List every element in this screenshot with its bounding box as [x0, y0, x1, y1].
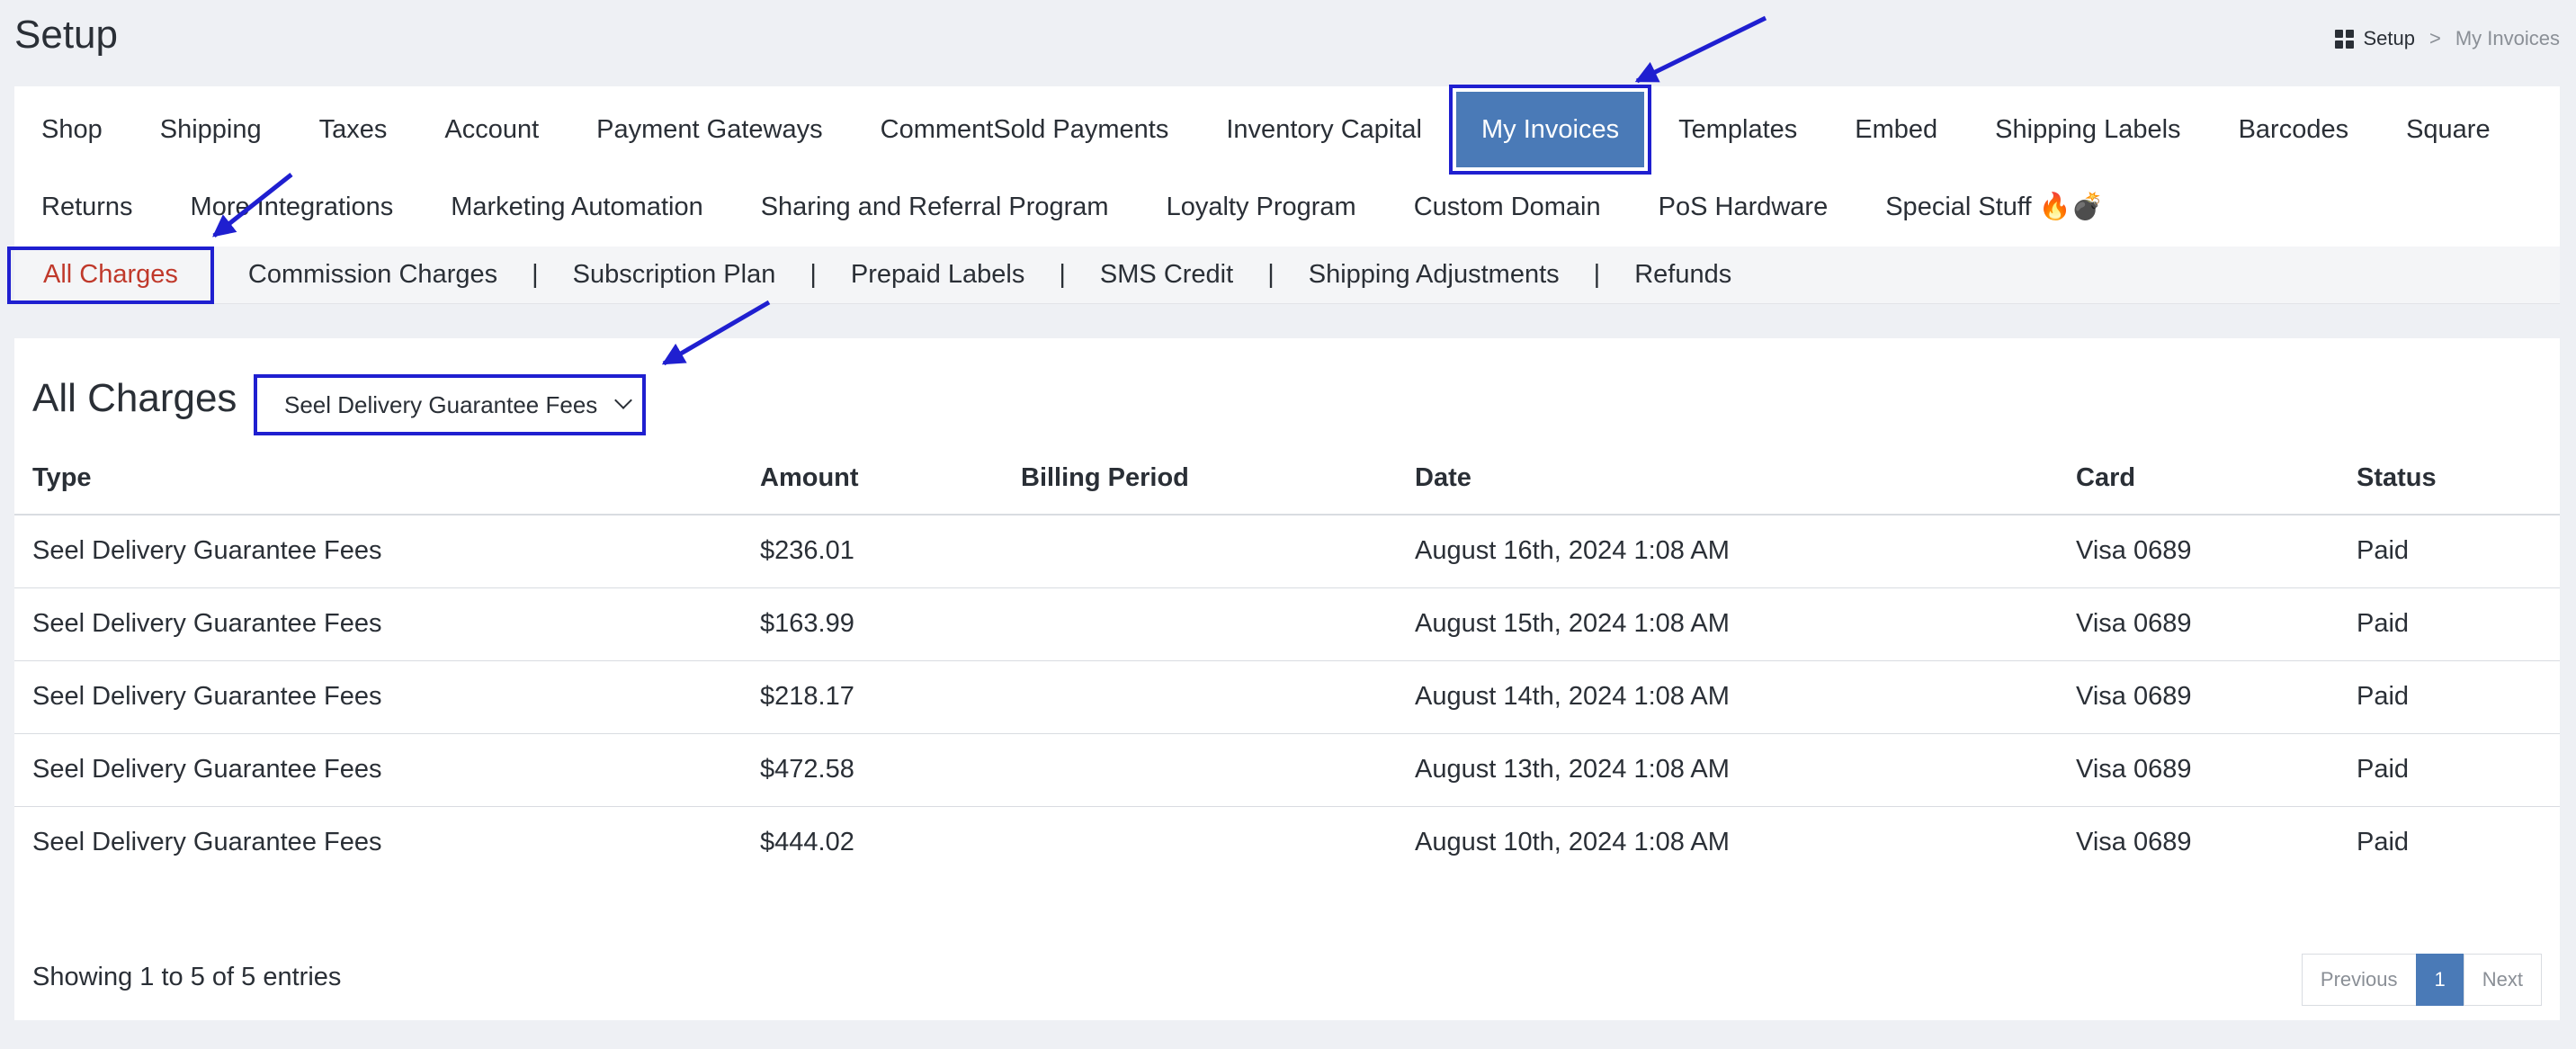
- tab-templates[interactable]: Templates: [1650, 86, 1826, 173]
- cell-billing-period: [1003, 733, 1397, 807]
- grid-icon: [2335, 29, 2355, 49]
- setup-tabs: Shop Shipping Taxes Account Payment Gate…: [7, 85, 2560, 304]
- entries-info: Showing 1 to 5 of 5 entries: [32, 963, 342, 991]
- subnav-separator: |: [532, 260, 539, 289]
- tab-marketing-automation[interactable]: Marketing Automation: [422, 171, 731, 243]
- cell-card: Visa 0689: [2058, 733, 2339, 807]
- cell-status: Paid: [2357, 828, 2410, 857]
- cell-type: Seel Delivery Guarantee Fees: [14, 515, 742, 588]
- cell-status: Paid: [2339, 660, 2560, 734]
- tab-taxes[interactable]: Taxes: [291, 86, 416, 173]
- charge-type-select-value: Seel Delivery Guarantee Fees: [284, 390, 598, 418]
- cell-billing-period: [1003, 515, 1397, 588]
- cell-type: Seel Delivery Guarantee Fees: [14, 733, 742, 807]
- cell-date: August 16th, 2024 1:08 AM: [1397, 515, 2058, 588]
- pagination-next[interactable]: Next: [2463, 954, 2542, 1006]
- tab-returns[interactable]: Returns: [14, 171, 162, 243]
- breadcrumb: Setup > My Invoices: [2335, 27, 2560, 50]
- subtab-shipping-adjustments[interactable]: Shipping Adjustments: [1275, 260, 1594, 290]
- tab-inventory-capital[interactable]: Inventory Capital: [1197, 86, 1451, 173]
- tab-pos-hardware[interactable]: PoS Hardware: [1630, 171, 1857, 243]
- invoice-subnav: All Charges Commission Charges | Subscri…: [7, 246, 2560, 304]
- subnav-separator: |: [1593, 260, 1601, 289]
- cell-billing-period: [1003, 660, 1397, 734]
- cell-billing-period: [1003, 587, 1397, 661]
- tab-shipping[interactable]: Shipping: [131, 86, 291, 173]
- cell-date: August 14th, 2024 1:08 AM: [1397, 660, 2058, 734]
- section-title: All Charges: [32, 376, 237, 420]
- table-header-row: Type Amount Billing Period Date Card Sta…: [14, 443, 2560, 516]
- cell-amount: $218.17: [742, 660, 1003, 734]
- cell-amount: $236.01: [742, 515, 1003, 588]
- breadcrumb-home-label: Setup: [2363, 27, 2415, 49]
- cell-card: Visa 0689: [2058, 660, 2339, 734]
- cell-type: Seel Delivery Guarantee Fees: [14, 587, 742, 661]
- breadcrumb-home[interactable]: Setup: [2335, 27, 2415, 50]
- tab-custom-domain[interactable]: Custom Domain: [1385, 171, 1630, 243]
- cell-date: August 13th, 2024 1:08 AM: [1397, 733, 2058, 807]
- tab-account[interactable]: Account: [416, 86, 568, 173]
- column-header-billing-period[interactable]: Billing Period: [1003, 443, 1397, 516]
- tab-commentsold-payments[interactable]: CommentSold Payments: [852, 86, 1198, 173]
- cell-status: Paid: [2339, 515, 2560, 588]
- tab-embed[interactable]: Embed: [1826, 86, 1966, 173]
- chevron-down-icon: [614, 391, 632, 409]
- cell-amount: $444.02: [760, 828, 854, 857]
- table-row: Seel Delivery Guarantee Fees $163.99 Aug…: [14, 587, 2560, 661]
- cell-status: Paid: [2339, 587, 2560, 661]
- cell-date: August 10th, 2024 1:08 AM: [1415, 828, 1730, 857]
- tab-barcodes[interactable]: Barcodes: [2210, 86, 2378, 173]
- cell-type: Seel Delivery Guarantee Fees: [32, 828, 382, 857]
- page-title: Setup: [14, 13, 118, 57]
- tab-my-invoices[interactable]: My Invoices: [1448, 85, 1652, 175]
- table-row: Seel Delivery Guarantee Fees $444.02 Aug…: [14, 806, 2560, 879]
- subnav-separator: |: [1267, 260, 1275, 289]
- subtab-sms-credit[interactable]: SMS Credit: [1066, 260, 1267, 290]
- cell-status: Paid: [2339, 733, 2560, 807]
- table-row: Seel Delivery Guarantee Fees $218.17 Aug…: [14, 660, 2560, 734]
- tab-shipping-labels[interactable]: Shipping Labels: [1966, 86, 2209, 173]
- column-header-date[interactable]: Date: [1397, 443, 2058, 516]
- column-header-type[interactable]: Type: [14, 443, 742, 516]
- breadcrumb-current: My Invoices: [2455, 27, 2560, 49]
- tab-shop[interactable]: Shop: [14, 86, 131, 173]
- tab-sharing-referral[interactable]: Sharing and Referral Program: [732, 171, 1138, 243]
- tab-square[interactable]: Square: [2377, 86, 2519, 173]
- pagination-page-1[interactable]: 1: [2415, 954, 2464, 1006]
- cell-card: Visa 0689: [2058, 587, 2339, 661]
- annotation-arrow-my-invoices: [1634, 15, 1767, 84]
- tab-special-stuff[interactable]: Special Stuff 🔥💣: [1856, 171, 2133, 243]
- charge-type-select[interactable]: Seel Delivery Guarantee Fees: [254, 374, 646, 435]
- cell-type: Seel Delivery Guarantee Fees: [14, 660, 742, 734]
- charges-panel: All Charges Seel Delivery Guarantee Fees…: [14, 338, 2560, 1020]
- subtab-prepaid-labels[interactable]: Prepaid Labels: [817, 260, 1059, 290]
- tabs-row-2: Returns More Integrations Marketing Auto…: [14, 171, 2133, 243]
- breadcrumb-separator: >: [2428, 27, 2441, 49]
- subtab-all-charges[interactable]: All Charges: [7, 246, 214, 304]
- tabs-row-1: Shop Shipping Taxes Account Payment Gate…: [14, 85, 2519, 175]
- tab-more-integrations[interactable]: More Integrations: [162, 171, 423, 243]
- column-header-status[interactable]: Status: [2339, 443, 2560, 516]
- cell-amount: $163.99: [742, 587, 1003, 661]
- tab-payment-gateways[interactable]: Payment Gateways: [568, 86, 851, 173]
- table-row: Seel Delivery Guarantee Fees $236.01 Aug…: [14, 515, 2560, 588]
- cell-amount: $472.58: [742, 733, 1003, 807]
- subnav-separator: |: [1059, 260, 1066, 289]
- pagination-previous[interactable]: Previous: [2301, 954, 2417, 1006]
- subnav-separator: |: [809, 260, 817, 289]
- cell-billing-period: [1003, 806, 1397, 879]
- column-header-card[interactable]: Card: [2058, 443, 2339, 516]
- tab-loyalty-program[interactable]: Loyalty Program: [1138, 171, 1385, 243]
- charges-table: Type Amount Billing Period Date Card Sta…: [14, 443, 2560, 879]
- subtab-refunds[interactable]: Refunds: [1600, 260, 1766, 290]
- cell-card: Visa 0689: [2058, 515, 2339, 588]
- table-row: Seel Delivery Guarantee Fees $472.58 Aug…: [14, 733, 2560, 807]
- cell-card: Visa 0689: [2076, 828, 2192, 857]
- pagination: Previous 1 Next: [2301, 954, 2542, 1006]
- column-header-amount[interactable]: Amount: [742, 443, 1003, 516]
- subtab-commission-charges[interactable]: Commission Charges: [214, 260, 532, 290]
- cell-date: August 15th, 2024 1:08 AM: [1397, 587, 2058, 661]
- subtab-subscription-plan[interactable]: Subscription Plan: [539, 260, 810, 290]
